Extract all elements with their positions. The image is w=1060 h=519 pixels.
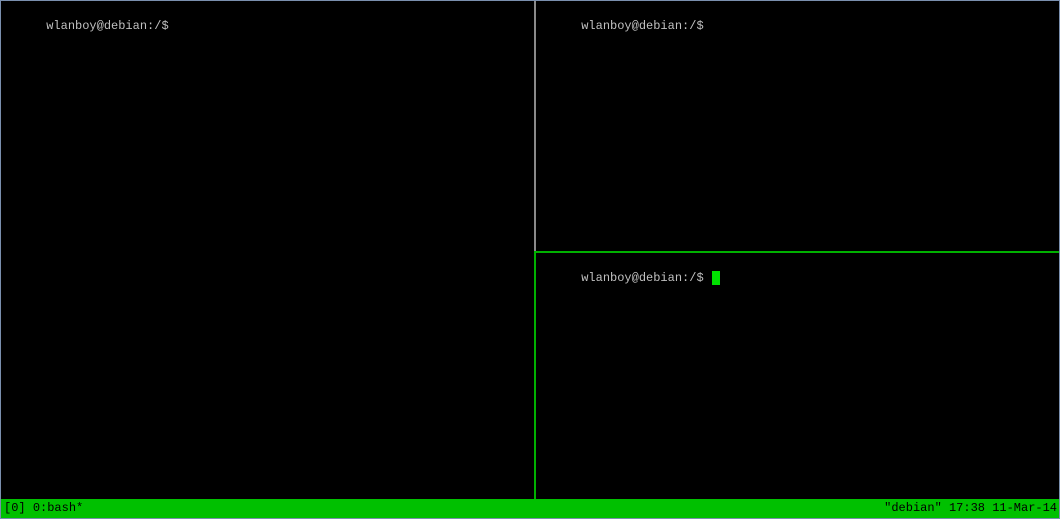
shell-prompt: wlanboy@debian:/$ xyxy=(3,5,176,47)
clock-date: 11-Mar-14 xyxy=(992,501,1057,515)
shell-prompt: wlanboy@debian:/$ xyxy=(538,5,711,47)
prompt-text: wlanboy@debian:/$ xyxy=(581,19,711,33)
pane-top-right[interactable]: wlanboy@debian:/$ xyxy=(536,1,1059,251)
prompt-text: wlanboy@debian:/$ xyxy=(581,271,711,285)
shell-prompt: wlanboy@debian:/$ xyxy=(538,257,720,299)
status-left: [0] 0:bash* xyxy=(4,499,83,518)
window-tab-bash[interactable]: 0:bash* xyxy=(33,501,83,515)
pane-bottom-right-active[interactable]: wlanboy@debian:/$ xyxy=(536,253,1059,499)
clock-time: 17:38 xyxy=(948,501,985,515)
cursor-block xyxy=(711,271,720,285)
session-index[interactable]: [0] xyxy=(4,501,26,515)
pane-left[interactable]: wlanboy@debian:/$ xyxy=(1,1,534,499)
tmux-status-bar: [0] 0:bash* "debian" 17:38 11-Mar-14 xyxy=(1,499,1059,518)
status-right: "debian" 17:38 11-Mar-14 xyxy=(884,499,1057,518)
hostname-label: "debian" xyxy=(884,501,942,515)
tmux-terminal-window: wlanboy@debian:/$ wlanboy@debian:/$ wlan… xyxy=(0,0,1060,519)
prompt-text: wlanboy@debian:/$ xyxy=(46,19,176,33)
